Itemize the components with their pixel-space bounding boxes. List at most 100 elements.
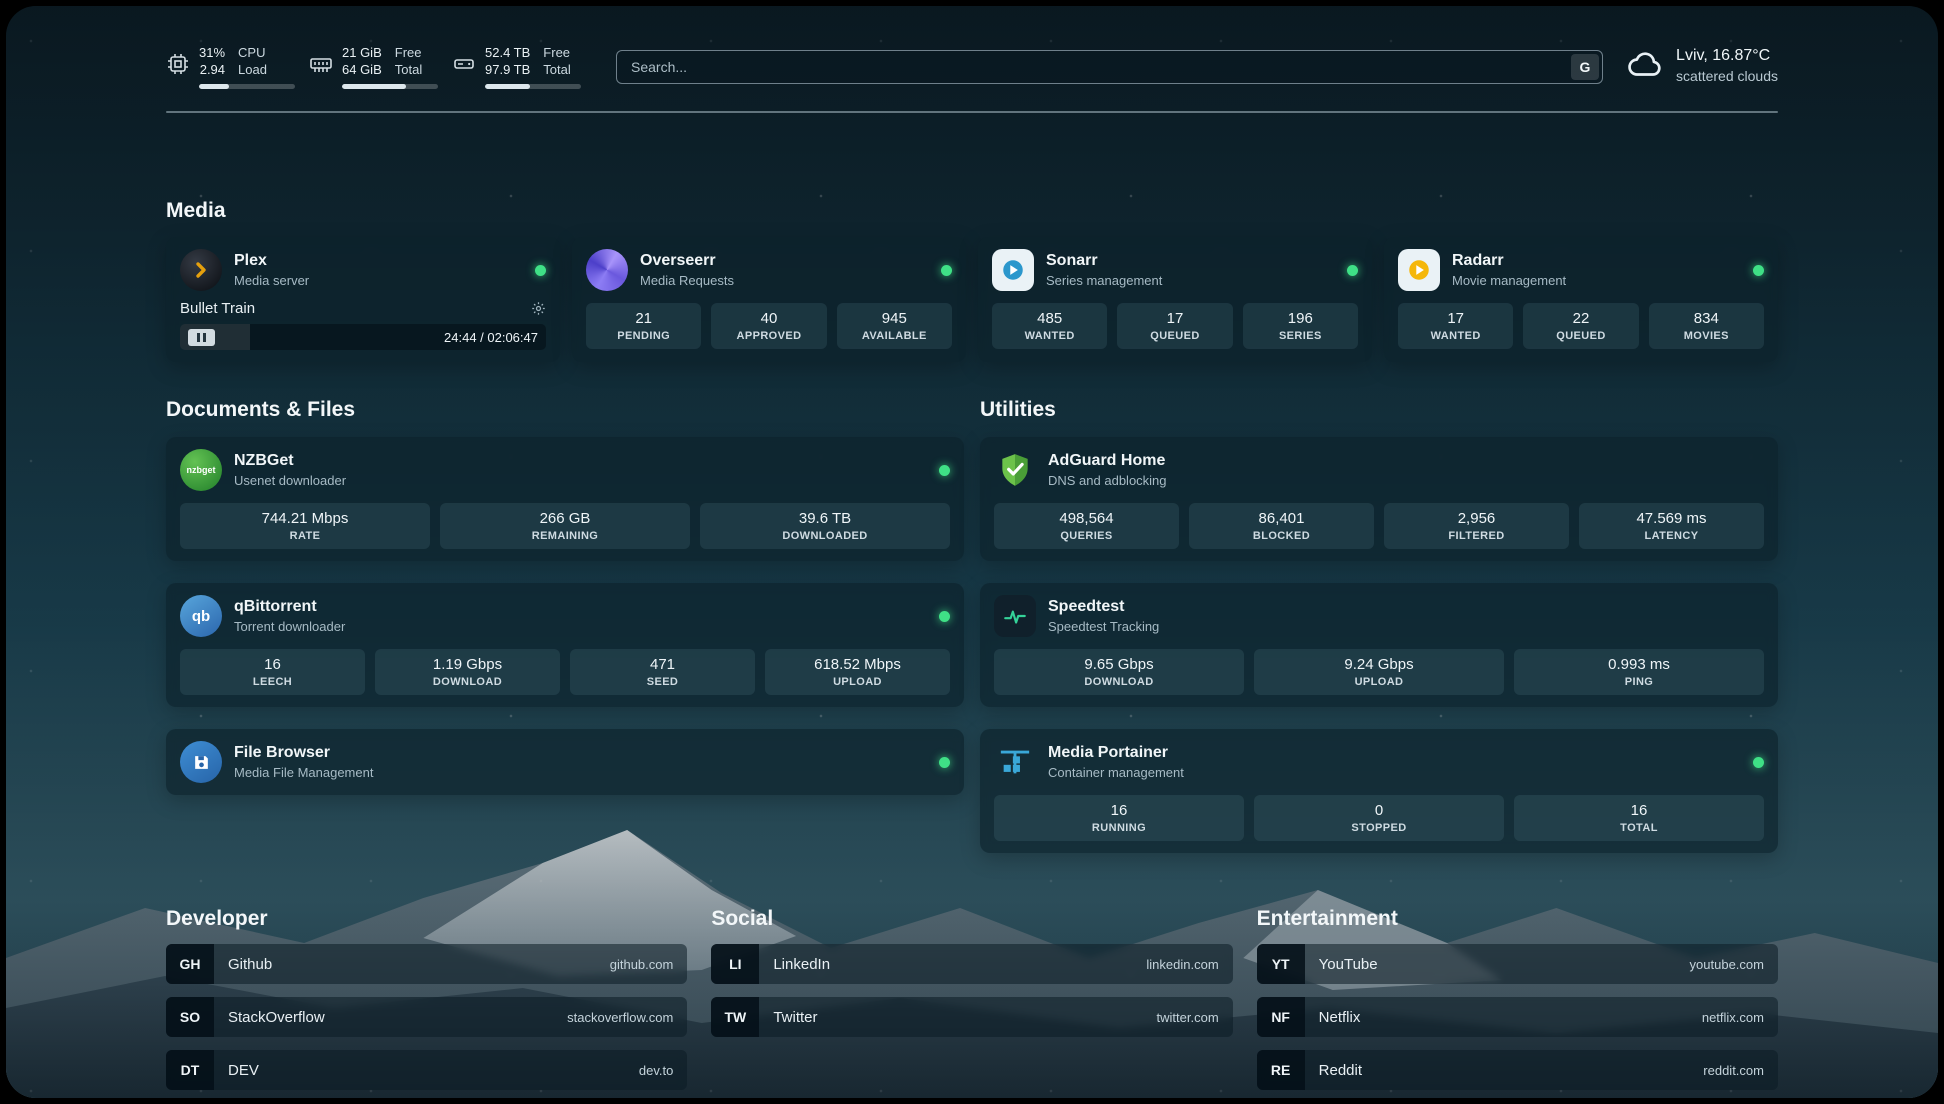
stat-box: 485WANTED <box>992 303 1107 349</box>
search-input[interactable] <box>616 50 1603 84</box>
cpu-monitor: 31% 2.94 CPU Load <box>166 44 291 89</box>
bookmark-abbr: NF <box>1257 997 1305 1037</box>
bookmark-linkedin[interactable]: LI LinkedIn linkedin.com <box>711 944 1232 984</box>
playback-time: 24:44 / 02:06:47 <box>444 330 538 345</box>
status-dot <box>941 265 952 276</box>
stat-box: 16LEECH <box>180 649 365 695</box>
portainer-crane-icon <box>994 741 1036 783</box>
stat-box: 498,564QUERIES <box>994 503 1179 549</box>
bookmark-name: YouTube <box>1319 956 1378 973</box>
stat-box: 16RUNNING <box>994 795 1244 841</box>
status-dot <box>939 757 950 768</box>
search-engine-button[interactable]: G <box>1571 54 1599 80</box>
portainer-card[interactable]: Media Portainer Container management 16R… <box>980 729 1778 853</box>
bookmark-stackoverflow[interactable]: SO StackOverflow stackoverflow.com <box>166 997 687 1037</box>
stat-box: 39.6 TBDOWNLOADED <box>700 503 950 549</box>
app-name: AdGuard Home <box>1048 452 1167 470</box>
ram-free-label: Free <box>395 44 422 61</box>
overseerr-card[interactable]: Overseerr Media Requests 21PENDING 40APP… <box>572 237 966 362</box>
bookmark-url: reddit.com <box>1703 1063 1764 1078</box>
stat-box: 266 GBREMAINING <box>440 503 690 549</box>
radarr-card[interactable]: Radarr Movie management 17WANTED 22QUEUE… <box>1384 237 1778 362</box>
pause-icon[interactable] <box>188 329 215 346</box>
filebrowser-card[interactable]: File Browser Media File Management <box>166 729 964 795</box>
status-dot <box>1753 757 1764 768</box>
ram-total-value: 64 GiB <box>342 61 382 78</box>
bookmark-url: stackoverflow.com <box>567 1010 673 1025</box>
bookmark-abbr: YT <box>1257 944 1305 984</box>
section-title-media: Media <box>166 199 1778 223</box>
app-desc: Movie management <box>1452 273 1566 288</box>
cloud-icon <box>1626 46 1664 84</box>
stat-box: 40APPROVED <box>711 303 826 349</box>
bookmark-name: Twitter <box>773 1009 817 1026</box>
stat-box: 945AVAILABLE <box>837 303 952 349</box>
sonarr-card[interactable]: Sonarr Series management 485WANTED 17QUE… <box>978 237 1372 362</box>
ram-total-label: Total <box>395 61 422 78</box>
sonarr-icon <box>992 249 1034 291</box>
status-dot <box>535 265 546 276</box>
ram-progress-bar <box>342 84 438 89</box>
disk-total-value: 97.9 TB <box>485 61 530 78</box>
bookmark-url: netflix.com <box>1702 1010 1764 1025</box>
gear-icon[interactable] <box>531 301 546 316</box>
disk-total-label: Total <box>543 61 570 78</box>
section-title-documents: Documents & Files <box>166 398 964 422</box>
speedtest-card[interactable]: Speedtest Speedtest Tracking 9.65 GbpsDO… <box>980 583 1778 707</box>
bookmark-twitter[interactable]: TW Twitter twitter.com <box>711 997 1232 1037</box>
speedtest-pulse-icon <box>994 595 1036 637</box>
cpu-usage-value: 31% <box>199 44 225 61</box>
bookmark-name: LinkedIn <box>773 956 830 973</box>
bookmark-github[interactable]: GH Github github.com <box>166 944 687 984</box>
section-title-social: Social <box>711 907 1232 931</box>
bookmark-reddit[interactable]: RE Reddit reddit.com <box>1257 1050 1778 1090</box>
app-name: Media Portainer <box>1048 744 1184 762</box>
qbittorrent-card[interactable]: qb qBittorrent Torrent downloader 16LEEC… <box>166 583 964 707</box>
app-desc: Speedtest Tracking <box>1048 619 1159 634</box>
stat-box: 9.24 GbpsUPLOAD <box>1254 649 1504 695</box>
bookmark-name: Netflix <box>1319 1009 1361 1026</box>
bookmark-abbr: SO <box>166 997 214 1037</box>
bookmark-url: linkedin.com <box>1146 957 1218 972</box>
status-dot <box>1347 265 1358 276</box>
entertainment-section: Entertainment YT YouTube youtube.com NF … <box>1257 907 1778 1090</box>
nzbget-card[interactable]: nzbget NZBGet Usenet downloader 744.21 M… <box>166 437 964 561</box>
cpu-label: CPU <box>238 44 265 61</box>
plex-card[interactable]: Plex Media server Bullet Train <box>166 237 560 362</box>
disk-free-value: 52.4 TB <box>485 44 530 61</box>
app-desc: Media File Management <box>234 765 373 780</box>
app-name: Speedtest <box>1048 598 1159 616</box>
ram-free-value: 21 GiB <box>342 44 382 61</box>
status-dot <box>939 465 950 476</box>
stat-box: 9.65 GbpsDOWNLOAD <box>994 649 1244 695</box>
disk-monitor: 52.4 TB 97.9 TB Free Total <box>452 44 577 89</box>
cpu-progress-bar <box>199 84 295 89</box>
stat-box: 0STOPPED <box>1254 795 1504 841</box>
weather-widget: Lviv, 16.87°C scattered clouds <box>1626 46 1778 84</box>
developer-section: Developer GH Github github.com SO StackO… <box>166 907 687 1090</box>
app-desc: DNS and adblocking <box>1048 473 1167 488</box>
adguard-card[interactable]: AdGuard Home DNS and adblocking 498,564Q… <box>980 437 1778 561</box>
cpu-chip-icon <box>166 52 190 76</box>
bookmark-youtube[interactable]: YT YouTube youtube.com <box>1257 944 1778 984</box>
section-title-developer: Developer <box>166 907 687 931</box>
cpu-load-value: 2.94 <box>200 61 225 78</box>
bookmark-abbr: DT <box>166 1050 214 1090</box>
bookmark-dev[interactable]: DT DEV dev.to <box>166 1050 687 1090</box>
bookmark-name: StackOverflow <box>228 1009 325 1026</box>
media-grid: Plex Media server Bullet Train <box>166 237 1778 362</box>
bookmark-url: github.com <box>610 957 674 972</box>
section-title-entertainment: Entertainment <box>1257 907 1778 931</box>
app-name: Sonarr <box>1046 252 1162 270</box>
stat-box: 17WANTED <box>1398 303 1513 349</box>
stat-box: 16TOTAL <box>1514 795 1764 841</box>
overseerr-icon <box>586 249 628 291</box>
bookmark-netflix[interactable]: NF Netflix netflix.com <box>1257 997 1778 1037</box>
weather-condition: scattered clouds <box>1676 68 1778 84</box>
bookmark-abbr: TW <box>711 997 759 1037</box>
documents-column: Documents & Files nzbget NZBGet Usenet d… <box>166 398 964 853</box>
app-name: qBittorrent <box>234 598 345 616</box>
stat-box: 86,401BLOCKED <box>1189 503 1374 549</box>
disk-progress-bar <box>485 84 581 89</box>
app-desc: Torrent downloader <box>234 619 345 634</box>
